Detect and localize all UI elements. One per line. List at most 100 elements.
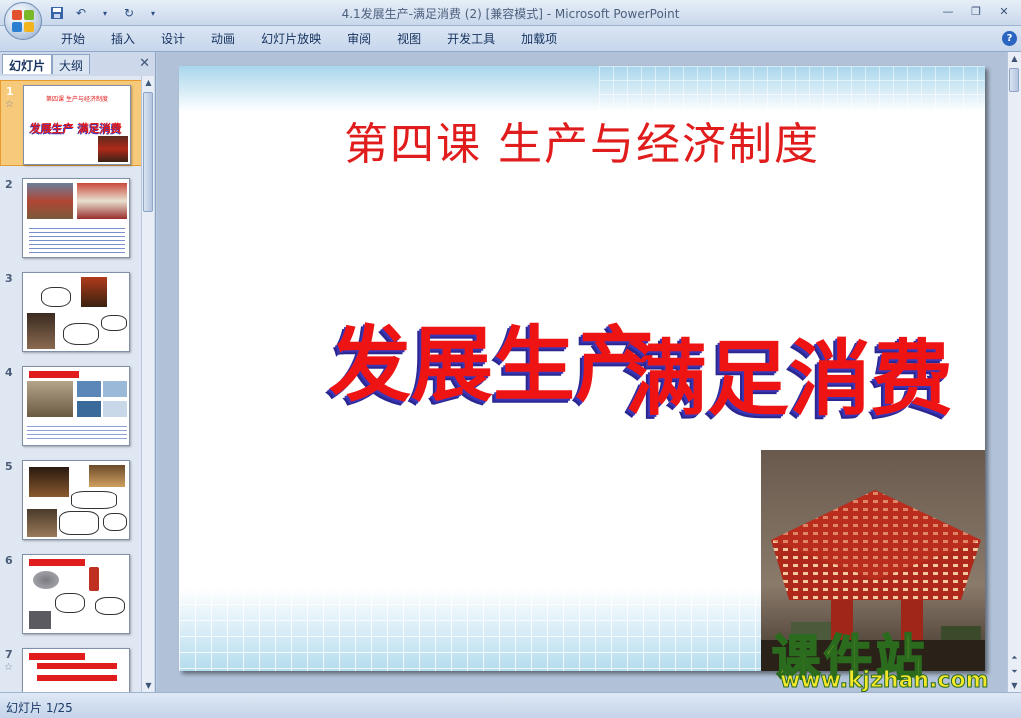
tab-addins[interactable]: 加载项 xyxy=(508,26,570,52)
scrollbar-thumb[interactable] xyxy=(143,92,153,212)
help-icon[interactable]: ? xyxy=(1002,31,1017,46)
pavilion-thumb-image xyxy=(98,136,128,162)
thumbnail-slide-3[interactable]: 3 xyxy=(0,268,142,354)
thumbnail-number: 2 xyxy=(5,178,13,191)
thumb-subtitle: 第四课 生产与经济制度 xyxy=(46,96,108,103)
headline-right[interactable]: 满足消费 xyxy=(625,312,953,431)
photo-car xyxy=(77,381,101,397)
speech-bubble xyxy=(101,315,127,331)
tab-slideshow[interactable]: 幻灯片放映 xyxy=(248,26,334,52)
status-bar: 幻灯片 1/25 xyxy=(0,692,1021,718)
red-label xyxy=(29,371,79,378)
photo-people xyxy=(29,467,69,497)
speech-bubble xyxy=(41,287,71,307)
scrollbar-thumb[interactable] xyxy=(1009,68,1019,92)
minimize-icon[interactable]: — xyxy=(935,2,961,20)
ribbon-tab-bar: 开始 插入 设计 动画 幻灯片放映 审阅 视图 开发工具 加载项 ? xyxy=(0,26,1021,52)
thumbnail-number: 6 xyxy=(5,554,13,567)
speech-bubble xyxy=(63,323,99,345)
photo-person xyxy=(27,509,57,537)
scroll-down-icon[interactable]: ▼ xyxy=(1008,679,1021,692)
thumbnail-number: 1 xyxy=(6,85,14,98)
photo-emperor xyxy=(81,277,107,307)
thumbnail-slide-4[interactable]: 4 xyxy=(0,362,142,448)
slide-canvas[interactable]: 第四课 生产与经济制度 发展生产 满足消费 xyxy=(179,66,985,671)
photo-crowd-2 xyxy=(77,183,127,219)
thumbnail-image xyxy=(22,554,130,634)
thumbnail-image xyxy=(22,178,130,258)
slide-editor: 第四课 生产与经济制度 发展生产 满足消费 xyxy=(157,52,1007,692)
thumbnail-image: 第四课 生产与经济制度 发展生产 满足消费 xyxy=(23,85,131,165)
speech-bubble xyxy=(95,597,125,615)
animation-star-icon: ☆ xyxy=(5,99,14,110)
thumbnail-slide-1[interactable]: 1 ☆ 第四课 生产与经济制度 发展生产 满足消费 xyxy=(0,80,142,166)
watermark-url: www.kjzhan.com xyxy=(780,668,990,694)
close-icon[interactable]: ✕ xyxy=(991,2,1017,20)
text-lines xyxy=(27,423,127,441)
thumbnail-number: 4 xyxy=(5,366,13,379)
photo-ancient xyxy=(27,381,73,417)
top-grid-band xyxy=(179,66,985,112)
tab-animations[interactable]: 动画 xyxy=(198,26,248,52)
photo-ship xyxy=(77,401,101,417)
tab-home[interactable]: 开始 xyxy=(48,26,98,52)
tab-view[interactable]: 视图 xyxy=(384,26,434,52)
thumbnail-slide-5[interactable]: 5 xyxy=(0,456,142,542)
speech-bubble xyxy=(71,491,117,509)
thumbnail-image xyxy=(22,366,130,446)
thumbnail-image xyxy=(22,648,130,692)
pane-tabs: 幻灯片 大纲 ✕ xyxy=(0,52,156,74)
slide-counter: 幻灯片 1/25 xyxy=(6,701,73,715)
thumbnail-slide-2[interactable]: 2 xyxy=(0,174,142,260)
speech-bubble xyxy=(103,513,127,531)
scroll-down-icon[interactable]: ▼ xyxy=(142,679,155,692)
tab-outline[interactable]: 大纲 xyxy=(52,54,91,74)
tab-insert[interactable]: 插入 xyxy=(98,26,148,52)
photo-phone xyxy=(89,567,99,591)
thumbnail-image xyxy=(22,272,130,352)
thumbnail-list: 1 ☆ 第四课 生产与经济制度 发展生产 满足消费 2 3 4 5 6 7 ☆ xyxy=(0,76,142,692)
photo-pigeon xyxy=(33,571,59,589)
photo-plane xyxy=(103,401,127,417)
editor-scrollbar[interactable]: ▲ ⏶ ⏷ ▼ xyxy=(1007,52,1021,692)
thumb-title: 发展生产 满足消费 xyxy=(30,122,122,135)
office-button[interactable] xyxy=(4,2,42,40)
red-label xyxy=(37,675,117,681)
slides-pane: 幻灯片 大纲 ✕ 1 ☆ 第四课 生产与经济制度 发展生产 满足消费 2 3 4… xyxy=(0,52,156,692)
prev-slide-icon[interactable]: ⏶ xyxy=(1008,651,1021,664)
headline-left[interactable]: 发展生产 xyxy=(329,298,657,417)
scroll-up-icon[interactable]: ▲ xyxy=(1008,52,1021,65)
tab-slides[interactable]: 幻灯片 xyxy=(2,54,53,74)
title-bar: ↶ ▾ ↻ ▾ 4.1发展生产-满足消费 (2) [兼容模式] - Micros… xyxy=(0,0,1021,26)
thumbnail-slide-6[interactable]: 6 xyxy=(0,550,142,636)
next-slide-icon[interactable]: ⏷ xyxy=(1008,665,1021,678)
photo-person xyxy=(29,611,51,629)
tab-developer[interactable]: 开发工具 xyxy=(434,26,508,52)
tab-design[interactable]: 设计 xyxy=(148,26,198,52)
text-lines xyxy=(29,225,125,253)
photo-crowd-1 xyxy=(27,183,73,219)
thumbnail-image xyxy=(22,460,130,540)
close-pane-icon[interactable]: ✕ xyxy=(139,56,150,71)
red-label xyxy=(29,653,85,660)
ribbon-tabs: 开始 插入 设计 动画 幻灯片放映 审阅 视图 开发工具 加载项 xyxy=(48,26,570,52)
speech-bubble xyxy=(55,593,85,613)
window-title: 4.1发展生产-满足消费 (2) [兼容模式] - Microsoft Powe… xyxy=(341,7,680,21)
thumbnail-slide-7[interactable]: 7 ☆ xyxy=(0,644,142,692)
scroll-up-icon[interactable]: ▲ xyxy=(142,76,155,89)
photo-food xyxy=(89,465,125,487)
photo-farmer xyxy=(27,313,55,349)
window-controls: — ❐ ✕ xyxy=(935,2,1017,20)
slide-subtitle[interactable]: 第四课 生产与经济制度 xyxy=(179,108,985,172)
thumbnail-number: 3 xyxy=(5,272,13,285)
office-logo-icon xyxy=(12,10,34,32)
kjzhan-watermark-logo: 课件站 www.kjzhan.com xyxy=(766,618,1006,694)
red-label xyxy=(29,559,85,566)
pane-scrollbar[interactable]: ▲ ▼ xyxy=(141,76,154,692)
animation-star-icon: ☆ xyxy=(4,662,13,673)
photo-train xyxy=(103,381,127,397)
speech-bubble xyxy=(59,511,99,535)
thumbnail-number: 7 xyxy=(5,648,13,661)
tab-review[interactable]: 审阅 xyxy=(334,26,384,52)
restore-icon[interactable]: ❐ xyxy=(963,2,989,20)
